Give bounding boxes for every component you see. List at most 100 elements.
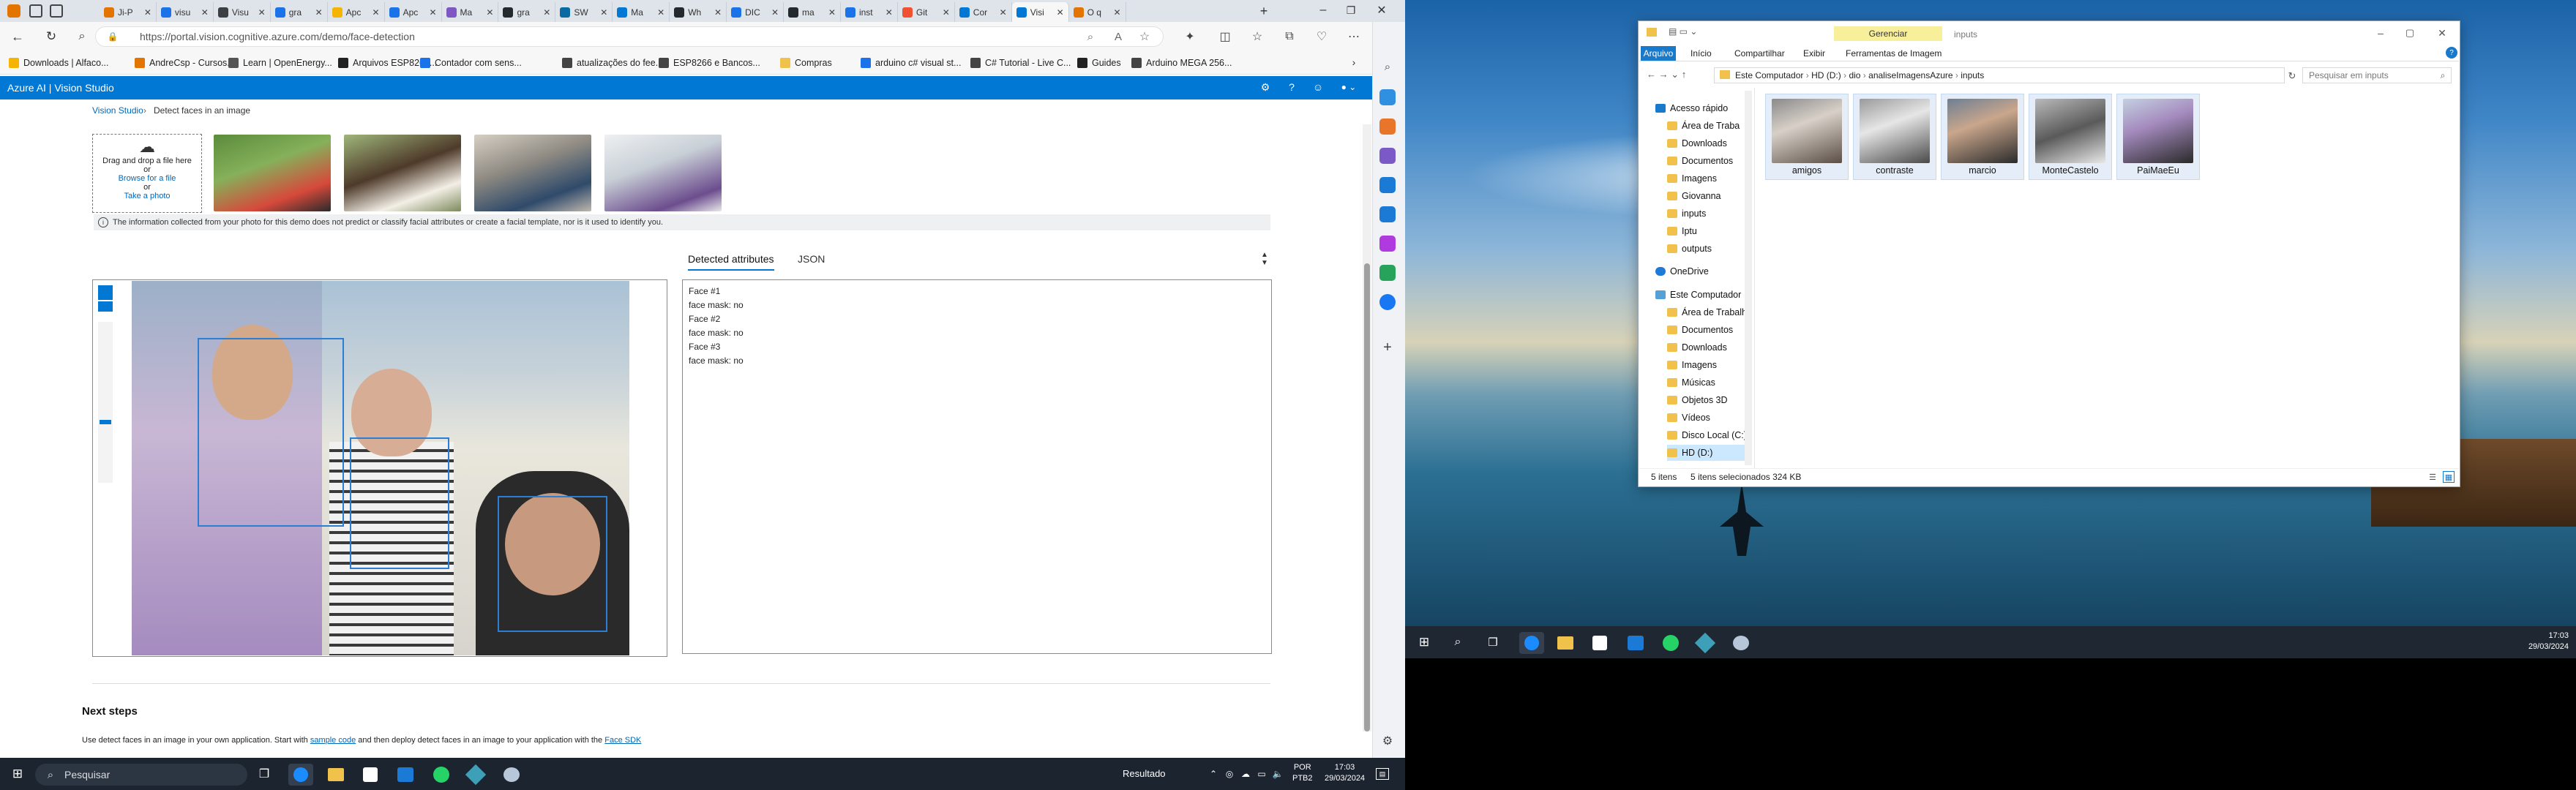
- sidebar-facebook-icon[interactable]: [1379, 294, 1396, 310]
- sidebar-tools-icon[interactable]: [1379, 118, 1396, 135]
- collections-icon[interactable]: ⧉: [1282, 29, 1297, 44]
- ribbon-tab-arquivo[interactable]: Arquivo: [1641, 46, 1676, 61]
- browse-link[interactable]: Browse for a file: [93, 174, 201, 183]
- tab-close-icon[interactable]: ✕: [372, 7, 380, 18]
- nav-item[interactable]: HD (D:): [1667, 445, 1748, 461]
- quick-access-toolbar-icon[interactable]: ▤ ▭ ⌄: [1669, 26, 1697, 37]
- tab-close-icon[interactable]: ✕: [943, 7, 950, 18]
- favorite-link[interactable]: Contador com sens...: [420, 56, 522, 70]
- breadcrumb-root[interactable]: Vision Studio: [92, 105, 143, 116]
- favorite-link[interactable]: Arduino MEGA 256...: [1131, 56, 1232, 70]
- favorite-link[interactable]: Learn | OpenEnergy...: [228, 56, 332, 70]
- ribbon-tab-ferramentas[interactable]: Ferramentas de Imagem: [1846, 48, 1942, 59]
- favorite-link[interactable]: atualizações do fee...: [562, 56, 663, 70]
- settings-icon[interactable]: ⚙: [1259, 80, 1272, 94]
- favorite-link[interactable]: Compras: [780, 56, 832, 70]
- nav-item[interactable]: outputs: [1667, 241, 1712, 257]
- mail-app-icon[interactable]: [397, 767, 413, 782]
- split-screen-icon[interactable]: ◫: [1218, 29, 1232, 44]
- taskbar-search[interactable]: Pesquisar: [35, 764, 247, 786]
- file-item[interactable]: PaiMaeEu: [2116, 94, 2200, 180]
- back-icon[interactable]: ←: [10, 29, 25, 44]
- large-icons-view-icon[interactable]: ▦: [2443, 471, 2455, 483]
- favorite-star-icon[interactable]: ☆: [1137, 29, 1152, 44]
- tab-close-icon[interactable]: ✕: [201, 7, 209, 18]
- tray-bluetooth-icon[interactable]: ◎: [1224, 768, 1235, 780]
- refresh-icon[interactable]: ↻: [44, 29, 59, 44]
- nav-item[interactable]: Imagens: [1667, 357, 1717, 373]
- explorer-search-icon[interactable]: ⌕: [2437, 69, 2449, 81]
- app-icon[interactable]: [503, 767, 520, 782]
- right-whatsapp-icon[interactable]: [1663, 635, 1679, 651]
- notification-icon[interactable]: ▤: [1376, 768, 1389, 780]
- browser-tab[interactable]: SW ✕: [555, 2, 613, 22]
- sidebar-games-icon[interactable]: [1379, 148, 1396, 164]
- clock-right[interactable]: 17:03 29/03/2024: [2517, 631, 2569, 652]
- path-segment-drive[interactable]: HD (D:): [1811, 70, 1841, 80]
- nav-pane-scrollbar[interactable]: [1745, 91, 1752, 465]
- zoom-control-top[interactable]: [98, 285, 113, 300]
- help-icon[interactable]: ?: [1285, 80, 1298, 94]
- browser-tab[interactable]: Wh ✕: [670, 2, 727, 22]
- nav-item[interactable]: Área de Trabalh: [1667, 304, 1747, 320]
- browser-tab[interactable]: DIC ✕: [727, 2, 785, 22]
- explorer-maximize-icon[interactable]: ▢: [2403, 26, 2416, 40]
- ribbon-tab-inicio[interactable]: Início: [1690, 48, 1712, 59]
- tab-json[interactable]: JSON: [798, 253, 825, 265]
- ribbon-tab-exibir[interactable]: Exibir: [1803, 48, 1825, 59]
- tab-close-icon[interactable]: ✕: [1057, 7, 1064, 18]
- explorer-help-icon[interactable]: ?: [2446, 47, 2457, 59]
- zoom-control-bar[interactable]: [98, 301, 113, 312]
- ribbon-tab-compartilhar[interactable]: Compartilhar: [1734, 48, 1785, 59]
- sidebar-shopping-icon[interactable]: [1379, 89, 1396, 105]
- feedback-icon[interactable]: ☺: [1311, 80, 1325, 94]
- path-segment-inputs[interactable]: inputs: [1961, 70, 1984, 80]
- face-sdk-link[interactable]: Face SDK: [604, 736, 641, 745]
- browser-tab[interactable]: O q ✕: [1069, 2, 1126, 22]
- tab-close-icon[interactable]: ✕: [1000, 7, 1007, 18]
- favorite-link[interactable]: arduino c# visual st...: [861, 56, 961, 70]
- maximize-icon[interactable]: ❐: [1344, 3, 1358, 18]
- browser-tab[interactable]: Ma ✕: [613, 2, 670, 22]
- whatsapp-app-icon[interactable]: [433, 767, 449, 783]
- file-drop-zone[interactable]: ☁ Drag and drop a file here or Browse fo…: [92, 134, 202, 213]
- browser-tab[interactable]: Git ✕: [898, 2, 955, 22]
- zoom-slider-handle[interactable]: [100, 420, 111, 424]
- file-item[interactable]: contraste: [1853, 94, 1936, 180]
- tab-close-icon[interactable]: ✕: [771, 7, 779, 18]
- nav-item[interactable]: Giovanna: [1667, 188, 1721, 204]
- close-window-icon[interactable]: ✕: [1374, 3, 1389, 18]
- sidebar-drop-icon[interactable]: [1379, 265, 1396, 281]
- scrollbar-thumb[interactable]: [1364, 263, 1370, 731]
- nav-item[interactable]: Documentos: [1667, 322, 1733, 338]
- nav-item[interactable]: inputs: [1667, 206, 1706, 222]
- nav-item[interactable]: Vídeos: [1667, 410, 1710, 426]
- tray-network-icon[interactable]: ▭: [1256, 768, 1268, 780]
- sample-image-3[interactable]: [474, 135, 591, 211]
- file-item[interactable]: MonteCastelo: [2029, 94, 2112, 180]
- browser-tab[interactable]: Ji-P ✕: [100, 2, 157, 22]
- tray-weather-label[interactable]: Resultado: [1123, 768, 1166, 779]
- path-segment-dio[interactable]: dio: [1849, 70, 1860, 80]
- nav-item[interactable]: Este Computador: [1655, 287, 1741, 303]
- language-indicator[interactable]: POR PTB2: [1292, 762, 1313, 784]
- explorer-close-icon[interactable]: ✕: [2435, 26, 2449, 40]
- sidebar-office-icon[interactable]: [1379, 177, 1396, 193]
- tab-close-icon[interactable]: ✕: [429, 7, 436, 18]
- nav-item[interactable]: Documentos: [1667, 153, 1733, 169]
- nav-item[interactable]: Iptu: [1667, 223, 1697, 239]
- browser-tab[interactable]: Visu ✕: [214, 2, 271, 22]
- search-icon[interactable]: ⌕: [75, 29, 89, 44]
- task-view-icon[interactable]: ❐: [256, 767, 272, 781]
- nav-item[interactable]: Disco Local (C:): [1667, 427, 1747, 443]
- more-menu-icon[interactable]: ⋯: [1347, 29, 1361, 44]
- store-app-icon[interactable]: [363, 767, 378, 782]
- read-aloud-icon[interactable]: A: [1111, 29, 1126, 44]
- right-search-icon[interactable]: ⌕: [1450, 635, 1465, 650]
- sidebar-designer-icon[interactable]: [1379, 236, 1396, 252]
- browser-tab[interactable]: ma ✕: [784, 2, 841, 22]
- tray-cloud-icon[interactable]: ☁: [1240, 768, 1251, 780]
- file-item[interactable]: marcio: [1941, 94, 2024, 180]
- favorite-link[interactable]: C# Tutorial - Live C...: [970, 56, 1071, 70]
- nav-item[interactable]: Acesso rápido: [1655, 100, 1728, 116]
